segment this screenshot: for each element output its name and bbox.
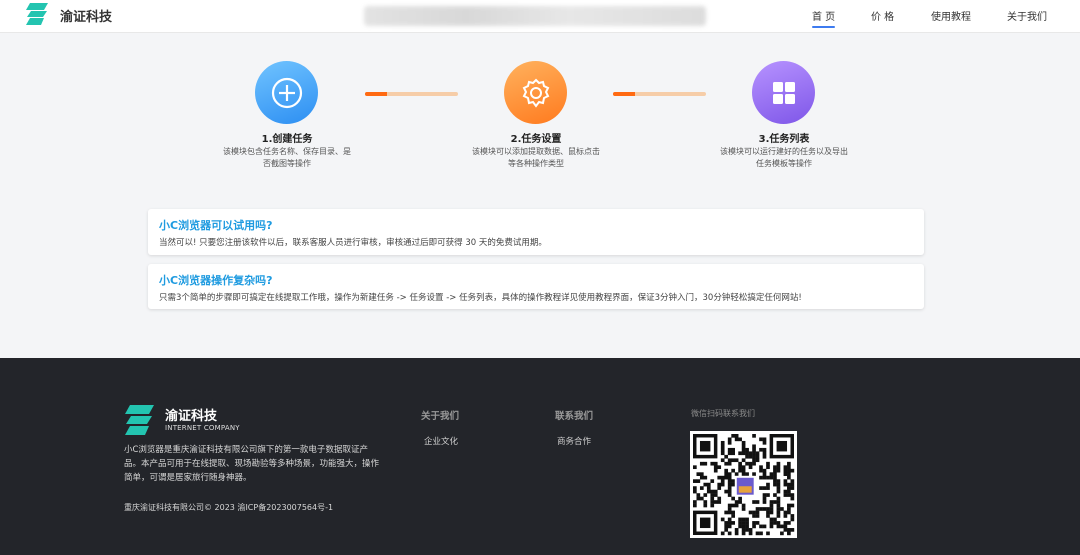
step-list-circle (752, 61, 815, 124)
step-desc-2: 该模块可以添加提取数据、鼠标点击等各种操作类型 (472, 147, 600, 168)
nav-tutorial[interactable]: 使用教程 (931, 8, 971, 23)
step-desc-1: 该模块包含任务名称、保存目录、是否截图等操作 (223, 147, 351, 168)
step-title-3: 3.任务列表 (758, 134, 810, 145)
top-header: 渝证科技 首 页 价 格 使用教程 关于我们 (0, 0, 1080, 33)
faq-question[interactable]: 小C浏览器可以试用吗? (159, 217, 272, 233)
faq-answer: 当然可以! 只要您注册该软件以后，联系客服人员进行审核，审核通过后即可获得 30… (159, 238, 547, 248)
gear-icon (522, 78, 549, 108)
faq-card-trial: 小C浏览器可以试用吗? 当然可以! 只要您注册该软件以后，联系客服人员进行审核，… (148, 209, 924, 255)
footer-link-business[interactable]: 商务合作 (557, 435, 591, 447)
step-create-circle (255, 61, 318, 124)
site-footer: 渝证科技 INTERNET COMPANY 小C浏览器是重庆渝证科技有限公司旗下… (0, 358, 1080, 555)
faq-answer: 只需3个简单的步骤即可搞定在线提取工作哦，操作为新建任务 -> 任务设置 -> … (159, 293, 802, 303)
grid-icon (772, 81, 795, 104)
brand-name: 渝证科技 (60, 10, 113, 25)
footer-subtitle: INTERNET COMPANY (165, 424, 240, 432)
footer-copyright: 重庆渝证科技有限公司© 2023 渝ICP备2023007564号-1 (124, 503, 334, 512)
qr-title: 微信扫码联系我们 (691, 409, 755, 418)
step-title-2: 2.任务设置 (510, 134, 562, 145)
footer-link-culture[interactable]: 企业文化 (424, 435, 458, 447)
step-title-1: 1.创建任务 (261, 134, 313, 145)
step-desc-3: 该模块可以运行建好的任务以及导出任务模板等操作 (720, 147, 848, 168)
plus-circle-icon (271, 77, 302, 108)
step-progress-1 (365, 92, 458, 96)
nav-about[interactable]: 关于我们 (1007, 8, 1047, 23)
step-progress-2 (613, 92, 706, 96)
footer-heading-contact: 联系我们 (555, 411, 594, 422)
footer-brand: 渝证科技 (165, 409, 218, 424)
footer-heading-about: 关于我们 (421, 411, 460, 422)
faq-question[interactable]: 小C浏览器操作复杂吗? (159, 272, 272, 288)
wechat-qr-code (690, 431, 797, 538)
brand-logo[interactable] (26, 2, 50, 26)
blurred-title (364, 6, 706, 26)
step-settings-circle (504, 61, 567, 124)
nav-pricing[interactable]: 价 格 (871, 8, 894, 23)
faq-card-complexity: 小C浏览器操作复杂吗? 只需3个简单的步骤即可搞定在线提取工作哦，操作为新建任务… (148, 264, 924, 309)
nav-home[interactable]: 首 页 (812, 8, 836, 28)
footer-logo (125, 405, 154, 435)
footer-description: 小C浏览器是重庆渝证科技有限公司旗下的第一款电子数据取证产品。本产品可用于在线提… (124, 445, 380, 483)
